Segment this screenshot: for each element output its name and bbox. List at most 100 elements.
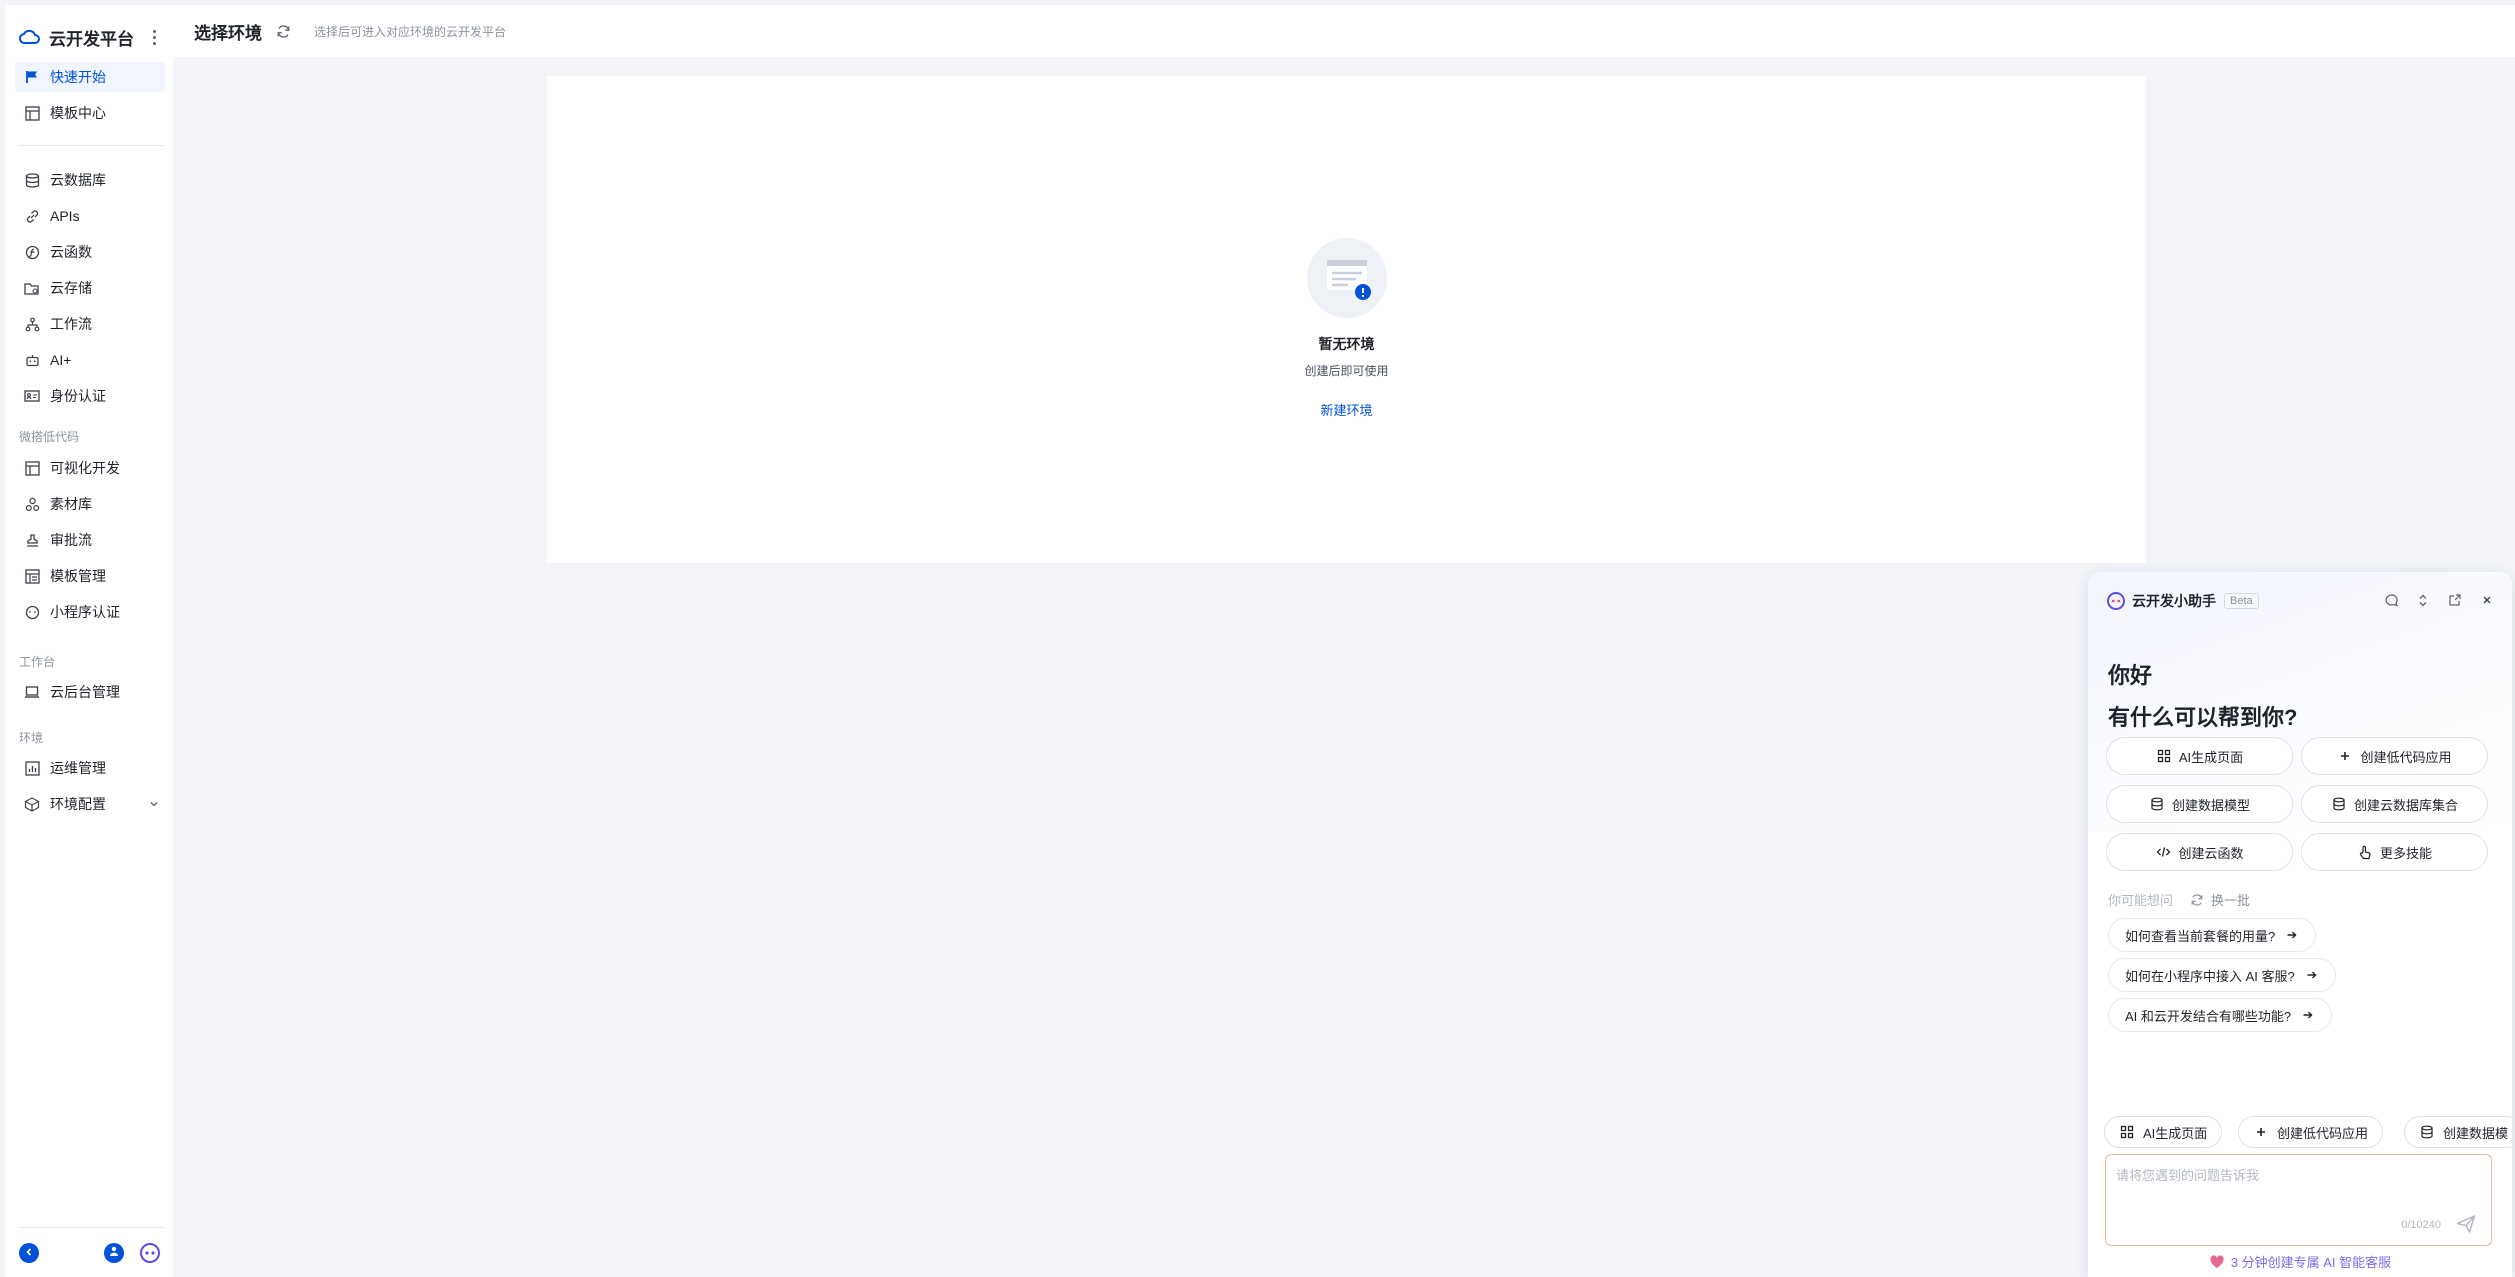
sidebar-item-label: APIs — [50, 208, 80, 224]
skill-label: 创建数据模型 — [2171, 797, 2250, 813]
quick-data-model-button[interactable]: 创建数据模 — [2404, 1116, 2512, 1148]
collapse-sidebar-button[interactable] — [19, 1243, 39, 1263]
sidebar-item-cloud-admin[interactable]: 云后台管理 — [15, 677, 165, 707]
sidebar-item-quickstart[interactable]: 快速开始 — [15, 62, 165, 92]
template-icon — [23, 104, 41, 122]
miniprogram-icon — [23, 603, 41, 621]
cloud-logo-icon — [18, 25, 42, 49]
plus-icon — [2337, 748, 2353, 764]
assistant-toolbar — [2382, 591, 2496, 609]
char-counter: 0/10240 — [2401, 1219, 2441, 1231]
sidebar-item-label: 云存储 — [50, 280, 92, 296]
refresh-icon[interactable] — [274, 22, 292, 40]
empty-title: 暂无环境 — [1318, 336, 1375, 352]
sidebar-item-label: 快速开始 — [50, 69, 106, 85]
heart-icon — [2209, 1254, 2225, 1270]
suggested-question[interactable]: 如何在小程序中接入 AI 客服? — [2108, 958, 2336, 992]
sidebar-item-label: 环境配置 — [50, 796, 106, 812]
question-text: 如何在小程序中接入 AI 客服? — [2125, 968, 2295, 984]
plus-icon — [2253, 1124, 2269, 1140]
more-menu-icon[interactable] — [146, 27, 162, 47]
section-label-workbench: 工作台 — [19, 655, 56, 669]
laptop-icon — [23, 683, 41, 701]
skill-lowcode-app-button[interactable]: 创建低代码应用 — [2301, 737, 2488, 775]
sidebar-item-database[interactable]: 云数据库 — [15, 165, 165, 195]
code-icon — [2155, 844, 2171, 860]
close-icon[interactable] — [2478, 591, 2496, 609]
brand[interactable]: 云开发平台 — [18, 19, 168, 55]
sidebar: 云开发平台 快速开始 模板中心 云数据库 APIs 云函数 云存储 工作流 AI… — [5, 5, 173, 1277]
open-external-icon[interactable] — [2446, 591, 2464, 609]
flag-icon — [23, 68, 41, 86]
brand-title: 云开发平台 — [49, 29, 134, 49]
quick-lowcode-app-button[interactable]: 创建低代码应用 — [2238, 1116, 2384, 1148]
folder-icon — [23, 279, 41, 297]
sidebar-item-label: 小程序认证 — [50, 604, 120, 620]
section-label-env: 环境 — [19, 731, 44, 745]
expand-collapse-icon[interactable] — [2414, 591, 2432, 609]
chat-input-box: 0/10240 — [2105, 1154, 2492, 1246]
arrow-right-icon — [2285, 928, 2299, 942]
sidebar-item-approval[interactable]: 审批流 — [15, 525, 165, 555]
robot-icon — [23, 351, 41, 369]
skill-label: 创建低代码应用 — [2360, 749, 2452, 765]
sidebar-item-ops[interactable]: 运维管理 — [15, 753, 165, 783]
sidebar-item-materials[interactable]: 素材库 — [15, 489, 165, 519]
quick-label: AI生成页面 — [2143, 1125, 2208, 1141]
chevron-left-icon — [24, 1244, 34, 1262]
suggestions-label: 你可能想问 — [2108, 893, 2174, 908]
sidebar-item-label: 运维管理 — [50, 760, 106, 776]
materials-icon — [23, 495, 41, 513]
beta-badge: Beta — [2224, 593, 2259, 609]
sidebar-item-apis[interactable]: APIs — [15, 201, 165, 231]
chart-icon — [23, 759, 41, 777]
swap-label: 换一批 — [2211, 893, 2251, 908]
arrow-right-icon — [2301, 1008, 2315, 1022]
skill-data-model-button[interactable]: 创建数据模型 — [2106, 785, 2293, 823]
skill-more-button[interactable]: 更多技能 — [2301, 833, 2488, 871]
skill-db-collection-button[interactable]: 创建云数据库集合 — [2301, 785, 2488, 823]
sidebar-item-template-manage[interactable]: 模板管理 — [15, 561, 165, 591]
sidebar-item-templates[interactable]: 模板中心 — [15, 98, 165, 128]
sidebar-item-label: 工作流 — [50, 316, 92, 332]
greeting-question: 有什么可以帮到你? — [2108, 705, 2298, 730]
user-avatar-button[interactable] — [104, 1243, 124, 1263]
create-environment-link[interactable]: 新建环境 — [547, 400, 2146, 419]
pointer-hand-icon — [2357, 844, 2373, 860]
sidebar-item-workflow[interactable]: 工作流 — [15, 309, 165, 339]
sidebar-footer — [5, 1229, 173, 1277]
swap-batch-button[interactable]: 换一批 — [2189, 890, 2250, 909]
sidebar-item-visual-dev[interactable]: 可视化开发 — [15, 453, 165, 483]
sidebar-item-miniprogram-auth[interactable]: 小程序认证 — [15, 597, 165, 627]
sidebar-item-storage[interactable]: 云存储 — [15, 273, 165, 303]
suggested-question[interactable]: AI 和云开发结合有哪些功能? — [2108, 998, 2333, 1032]
skill-cloud-function-button[interactable]: 创建云函数 — [2106, 833, 2293, 871]
assistant-bot-icon — [139, 1243, 161, 1268]
sidebar-item-ai[interactable]: AI+ — [15, 345, 165, 375]
stamp-icon — [23, 531, 41, 549]
page-description: 选择后可进入对应环境的云开发平台 — [314, 24, 507, 39]
promo-link[interactable]: 3 分钟创建专属 AI 智能客服 — [2088, 1252, 2512, 1271]
sidebar-item-label: 审批流 — [50, 532, 92, 548]
sidebar-item-env-config[interactable]: 环境配置 — [15, 789, 165, 819]
quick-ai-page-button[interactable]: AI生成页面 — [2104, 1116, 2223, 1148]
divider — [19, 1227, 164, 1228]
sidebar-item-functions[interactable]: 云函数 — [15, 237, 165, 267]
chat-input[interactable] — [2116, 1165, 2476, 1205]
send-icon[interactable] — [2455, 1213, 2477, 1235]
skill-ai-page-button[interactable]: AI生成页面 — [2106, 737, 2293, 775]
suggested-question[interactable]: 如何查看当前套餐的用量? — [2108, 918, 2317, 952]
user-icon — [108, 1244, 120, 1262]
assistant-logo-icon — [2106, 591, 2126, 611]
new-chat-icon[interactable] — [2382, 591, 2400, 609]
greeting: 你好 — [2108, 663, 2153, 688]
sidebar-item-label: 模板管理 — [50, 568, 106, 584]
skill-label: AI生成页面 — [2178, 749, 2244, 765]
sidebar-item-label: 云后台管理 — [50, 684, 120, 700]
quick-label: 创建数据模 — [2443, 1125, 2509, 1141]
assistant-title: 云开发小助手 — [2132, 593, 2216, 609]
assistant-bot-button[interactable] — [139, 1242, 161, 1264]
sidebar-item-auth[interactable]: 身份认证 — [15, 381, 165, 411]
empty-document-icon — [1307, 238, 1387, 318]
chevron-down-icon — [149, 796, 159, 812]
